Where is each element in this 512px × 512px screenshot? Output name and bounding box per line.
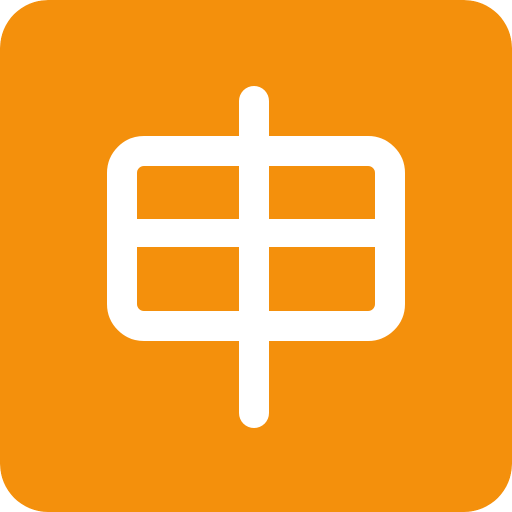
kanji-shin-glyph: [0, 0, 512, 512]
kanji-shin-icon: 申: [0, 0, 512, 512]
